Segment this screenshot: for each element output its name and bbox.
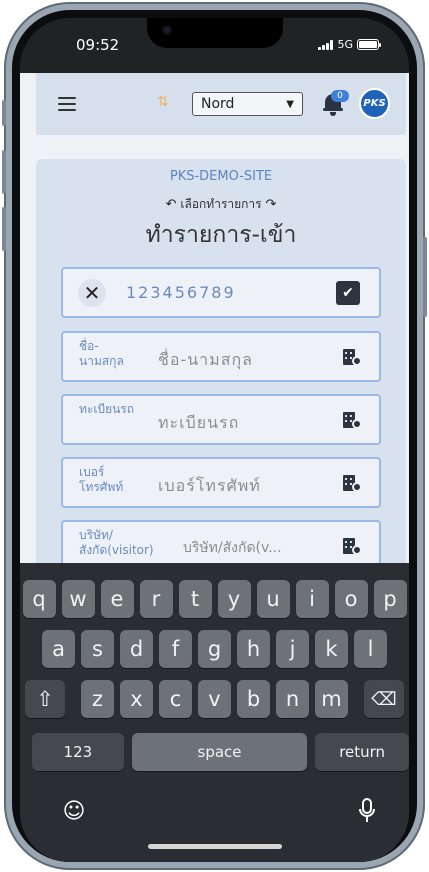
- key[interactable]: t: [178, 580, 212, 618]
- key[interactable]: s: [81, 630, 114, 668]
- status-time: 09:52: [76, 36, 120, 54]
- license-plate-input[interactable]: ทะเบียนรถ: [158, 411, 338, 436]
- code-input[interactable]: 123456789: [126, 283, 236, 302]
- microphone-icon[interactable]: [350, 794, 384, 828]
- network-label: 5G: [337, 38, 353, 51]
- key[interactable]: j: [276, 630, 309, 668]
- top-navbar: ⇅ Nord ▼ 0 PKS: [36, 73, 406, 135]
- name-label: ชื่อ-นามสกุล: [79, 339, 124, 368]
- key[interactable]: u: [256, 580, 290, 618]
- key[interactable]: d: [120, 630, 153, 668]
- key[interactable]: c: [159, 680, 192, 718]
- phone-frame: 09:52 5G ⇅ Nord ▼ 0 PKS PKS-DEMO-SITE ↶ …: [2, 2, 427, 870]
- name-field[interactable]: ชื่อ-นามสกุล ชื่อ-นามสกุล: [61, 331, 381, 382]
- status-bar: 09:52 5G: [20, 18, 409, 73]
- key[interactable]: i: [295, 580, 329, 618]
- key[interactable]: w: [61, 580, 95, 618]
- choose-transaction-label: เลือกทำรายการ: [180, 197, 262, 211]
- space-key[interactable]: space: [131, 733, 308, 771]
- building-icon: [343, 412, 363, 430]
- home-indicator: [148, 844, 282, 849]
- key[interactable]: z: [81, 680, 114, 718]
- chevron-down-icon: ▼: [286, 98, 294, 110]
- volume-down-button: [2, 207, 6, 251]
- keyboard-row-2: asdfghjkl: [20, 630, 409, 668]
- battery-icon: [357, 39, 381, 50]
- building-icon: [343, 475, 363, 493]
- arrow-left-icon: ↶: [165, 197, 177, 212]
- license-plate-label: ทะเบียนรถ: [79, 402, 135, 416]
- avatar[interactable]: PKS: [359, 88, 390, 119]
- key[interactable]: g: [198, 630, 231, 668]
- key[interactable]: r: [139, 580, 173, 618]
- company-input[interactable]: บริษัท/สังกัด(v...: [183, 537, 318, 559]
- key[interactable]: f: [159, 630, 192, 668]
- shift-key[interactable]: ⇧: [25, 680, 65, 718]
- phone-label: เบอร์โทรศัพท์: [79, 465, 124, 494]
- signal-icon: [318, 39, 334, 50]
- key[interactable]: q: [22, 580, 56, 618]
- license-plate-field[interactable]: ทะเบียนรถ ทะเบียนรถ: [61, 394, 381, 445]
- key[interactable]: k: [315, 630, 348, 668]
- checkbox-checked-icon[interactable]: ✔: [336, 281, 360, 305]
- return-key[interactable]: return: [315, 733, 409, 771]
- keyboard-row-3-letters: zxcvbnm: [81, 680, 348, 718]
- swap-icon[interactable]: ⇅: [157, 94, 169, 110]
- name-input[interactable]: ชื่อ-นามสกุล: [158, 348, 338, 373]
- key[interactable]: x: [120, 680, 153, 718]
- notch: [147, 18, 283, 48]
- backspace-key[interactable]: ⌫: [364, 680, 404, 718]
- status-indicators: 5G: [318, 38, 381, 51]
- screen: 09:52 5G ⇅ Nord ▼ 0 PKS PKS-DEMO-SITE ↶ …: [20, 18, 409, 862]
- emoji-icon[interactable]: ☺: [57, 794, 91, 828]
- phone-input[interactable]: เบอร์โทรศัพท์: [158, 474, 338, 499]
- notification-bell-icon[interactable]: 0: [323, 90, 349, 118]
- code-field[interactable]: ✕ 123456789 ✔: [61, 267, 381, 318]
- arrow-right-icon: ↷: [265, 197, 277, 212]
- keyboard-row-3: ⇧ zxcvbnm ⌫: [20, 680, 409, 718]
- key[interactable]: h: [237, 630, 270, 668]
- site-name: PKS-DEMO-SITE: [169, 169, 273, 184]
- keyboard: qwertyuiop asdfghjkl ⇧ zxcvbnm ⌫ 123 spa…: [20, 563, 409, 862]
- clear-icon[interactable]: ✕: [78, 279, 106, 307]
- choose-transaction-link[interactable]: ↶ เลือกทำรายการ ↷: [36, 195, 406, 214]
- page-title: ทำรายการ-เข้า: [145, 222, 297, 248]
- keyboard-row-1: qwertyuiop: [20, 580, 409, 618]
- silent-switch: [2, 100, 6, 126]
- company-field[interactable]: บริษัท/สังกัด(visitor) บริษัท/สังกัด(v..…: [61, 520, 381, 563]
- keyboard-row-4: 123 space return: [20, 733, 409, 771]
- building-icon: [343, 538, 363, 556]
- key[interactable]: e: [100, 580, 134, 618]
- key[interactable]: l: [354, 630, 387, 668]
- app-content: ⇅ Nord ▼ 0 PKS PKS-DEMO-SITE ↶ เลือกทำรา…: [20, 73, 409, 563]
- volume-up-button: [2, 150, 6, 194]
- power-button: [423, 237, 427, 317]
- front-camera: [162, 25, 172, 35]
- notification-badge: 0: [331, 90, 349, 102]
- menu-icon[interactable]: [58, 97, 76, 111]
- key[interactable]: p: [373, 580, 407, 618]
- key[interactable]: v: [198, 680, 231, 718]
- site-select[interactable]: Nord ▼: [192, 92, 303, 116]
- key[interactable]: b: [237, 680, 270, 718]
- key[interactable]: y: [217, 580, 251, 618]
- building-icon: [343, 349, 363, 367]
- company-label: บริษัท/สังกัด(visitor): [79, 528, 154, 557]
- numbers-key[interactable]: 123: [32, 733, 124, 771]
- key[interactable]: o: [334, 580, 368, 618]
- transaction-card: PKS-DEMO-SITE ↶ เลือกทำรายการ ↷ ทำรายการ…: [36, 159, 406, 563]
- key[interactable]: n: [276, 680, 309, 718]
- phone-field[interactable]: เบอร์โทรศัพท์ เบอร์โทรศัพท์: [61, 457, 381, 508]
- key[interactable]: a: [42, 630, 75, 668]
- key[interactable]: m: [315, 680, 348, 718]
- site-select-value: Nord: [201, 96, 235, 112]
